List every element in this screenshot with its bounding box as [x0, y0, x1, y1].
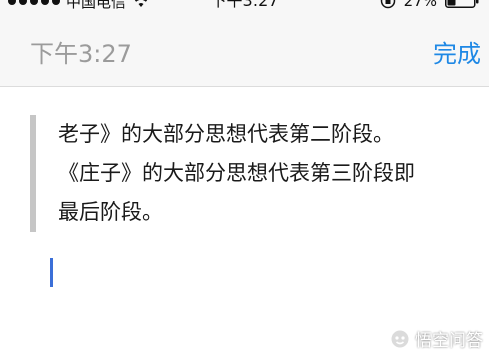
rotation-lock-icon	[380, 0, 395, 9]
wifi-icon	[134, 0, 148, 7]
quote-line: 老子》的大部分思想代表第二阶段。	[58, 122, 394, 146]
status-time: 下午3:27	[210, 0, 279, 10]
done-button[interactable]: 完成	[433, 34, 481, 69]
quote-line: 最后阶段。	[58, 200, 163, 224]
status-bar: 中国电信 下午3:27 27%	[0, 0, 489, 12]
text-cursor	[50, 258, 53, 287]
watermark-text: 悟空问答	[415, 331, 483, 351]
quote-line: 《庄子》的大部分思想代表第三阶段即	[58, 161, 415, 185]
nav-title-time: 下午3:27	[30, 40, 132, 68]
battery-icon	[445, 0, 479, 8]
text-editor[interactable]: 老子》的大部分思想代表第二阶段。 《庄子》的大部分思想代表第三阶段即 最后阶段。	[0, 87, 489, 355]
status-right: 27%	[380, 0, 479, 12]
carrier-label: 中国电信	[66, 0, 127, 11]
nav-bar: 下午3:27 完成	[0, 12, 489, 87]
status-left: 中国电信	[8, 0, 150, 12]
watermark: 悟空问答	[389, 326, 483, 351]
quote-block[interactable]: 老子》的大部分思想代表第二阶段。 《庄子》的大部分思想代表第三阶段即 最后阶段。	[30, 115, 489, 232]
signal-dots-icon	[8, 0, 60, 5]
wukong-logo-icon	[389, 328, 411, 349]
battery-percent: 27%	[403, 0, 437, 10]
